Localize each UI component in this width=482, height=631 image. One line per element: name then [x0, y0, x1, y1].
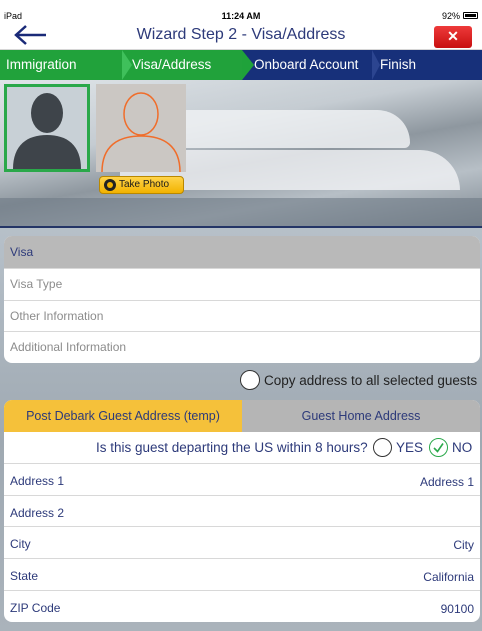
- step-onboard-account[interactable]: Onboard Account: [242, 50, 372, 80]
- departure-question: Is this guest departing the US within 8 …: [4, 432, 480, 463]
- step-chevron: [242, 50, 254, 80]
- page-title: Wizard Step 2 - Visa/Address: [136, 26, 346, 43]
- departure-question-text: Is this guest departing the US within 8 …: [96, 440, 368, 455]
- copy-address-label: Copy address to all selected guests: [264, 373, 478, 388]
- state-value: California: [423, 570, 474, 585]
- tab-guest-home-address[interactable]: Guest Home Address: [242, 400, 480, 432]
- wizard-steps: Immigration Visa/Address Onboard Account…: [0, 50, 482, 80]
- step-immigration[interactable]: Immigration: [0, 50, 122, 80]
- step-finish[interactable]: Finish: [372, 50, 482, 80]
- city-value: City: [453, 538, 474, 553]
- zip-code-label: ZIP Code: [10, 600, 61, 615]
- close-button[interactable]: ✕: [434, 26, 472, 48]
- address2-label: Address 2: [10, 505, 65, 520]
- visa-header: Visa: [4, 236, 480, 268]
- state-field[interactable]: State California: [4, 558, 480, 590]
- step-chevron: [372, 50, 380, 80]
- camera-icon: [104, 179, 116, 191]
- take-photo-button[interactable]: Take Photo: [99, 176, 184, 194]
- zip-code-value: 90100: [440, 601, 474, 616]
- no-radio[interactable]: [429, 438, 448, 457]
- guest-photo-banner: Take Photo: [0, 80, 482, 228]
- yes-label: YES: [396, 440, 424, 455]
- visa-type-field[interactable]: Visa Type: [4, 268, 480, 300]
- navigation-bar: Wizard Step 2 - Visa/Address ✕: [0, 22, 482, 50]
- background-ship: [170, 110, 410, 148]
- address1-value: Address 1: [419, 475, 474, 489]
- guest-photo[interactable]: [4, 84, 90, 172]
- take-photo-label: Take Photo: [119, 179, 170, 190]
- background-water: [0, 198, 482, 226]
- visa-section: Visa Visa Type Other Information Additio…: [4, 236, 480, 363]
- check-icon: [433, 443, 444, 453]
- battery-icon: [463, 12, 478, 19]
- clock: 11:24 AM: [221, 11, 261, 21]
- no-label: NO: [452, 440, 473, 455]
- address-section: Post Debark Guest Address (temp) Guest H…: [4, 400, 480, 622]
- address2-field[interactable]: Address 2: [4, 494, 480, 527]
- step-chevron: [122, 50, 132, 80]
- yes-radio[interactable]: [373, 438, 392, 457]
- other-information-field[interactable]: Other Information: [4, 299, 480, 332]
- city-label: City: [10, 537, 31, 552]
- photo-placeholder[interactable]: [96, 84, 186, 172]
- address1-label: Address 1: [10, 474, 65, 488]
- copy-address-option[interactable]: Copy address to all selected guests: [240, 370, 478, 392]
- additional-information-field[interactable]: Additional Information: [4, 331, 480, 363]
- zip-code-field[interactable]: ZIP Code 90100: [4, 589, 480, 622]
- status-bar: iPad 11:24 AM 92%: [0, 0, 482, 22]
- tab-post-debark-address[interactable]: Post Debark Guest Address (temp): [4, 400, 242, 432]
- state-label: State: [10, 569, 39, 584]
- city-field[interactable]: City City: [4, 526, 480, 558]
- copy-address-radio[interactable]: [240, 370, 260, 390]
- step-visa-address[interactable]: Visa/Address: [122, 50, 242, 80]
- address1-field[interactable]: Address 1 Address 1: [4, 463, 480, 495]
- battery-percent: 92%: [441, 11, 460, 21]
